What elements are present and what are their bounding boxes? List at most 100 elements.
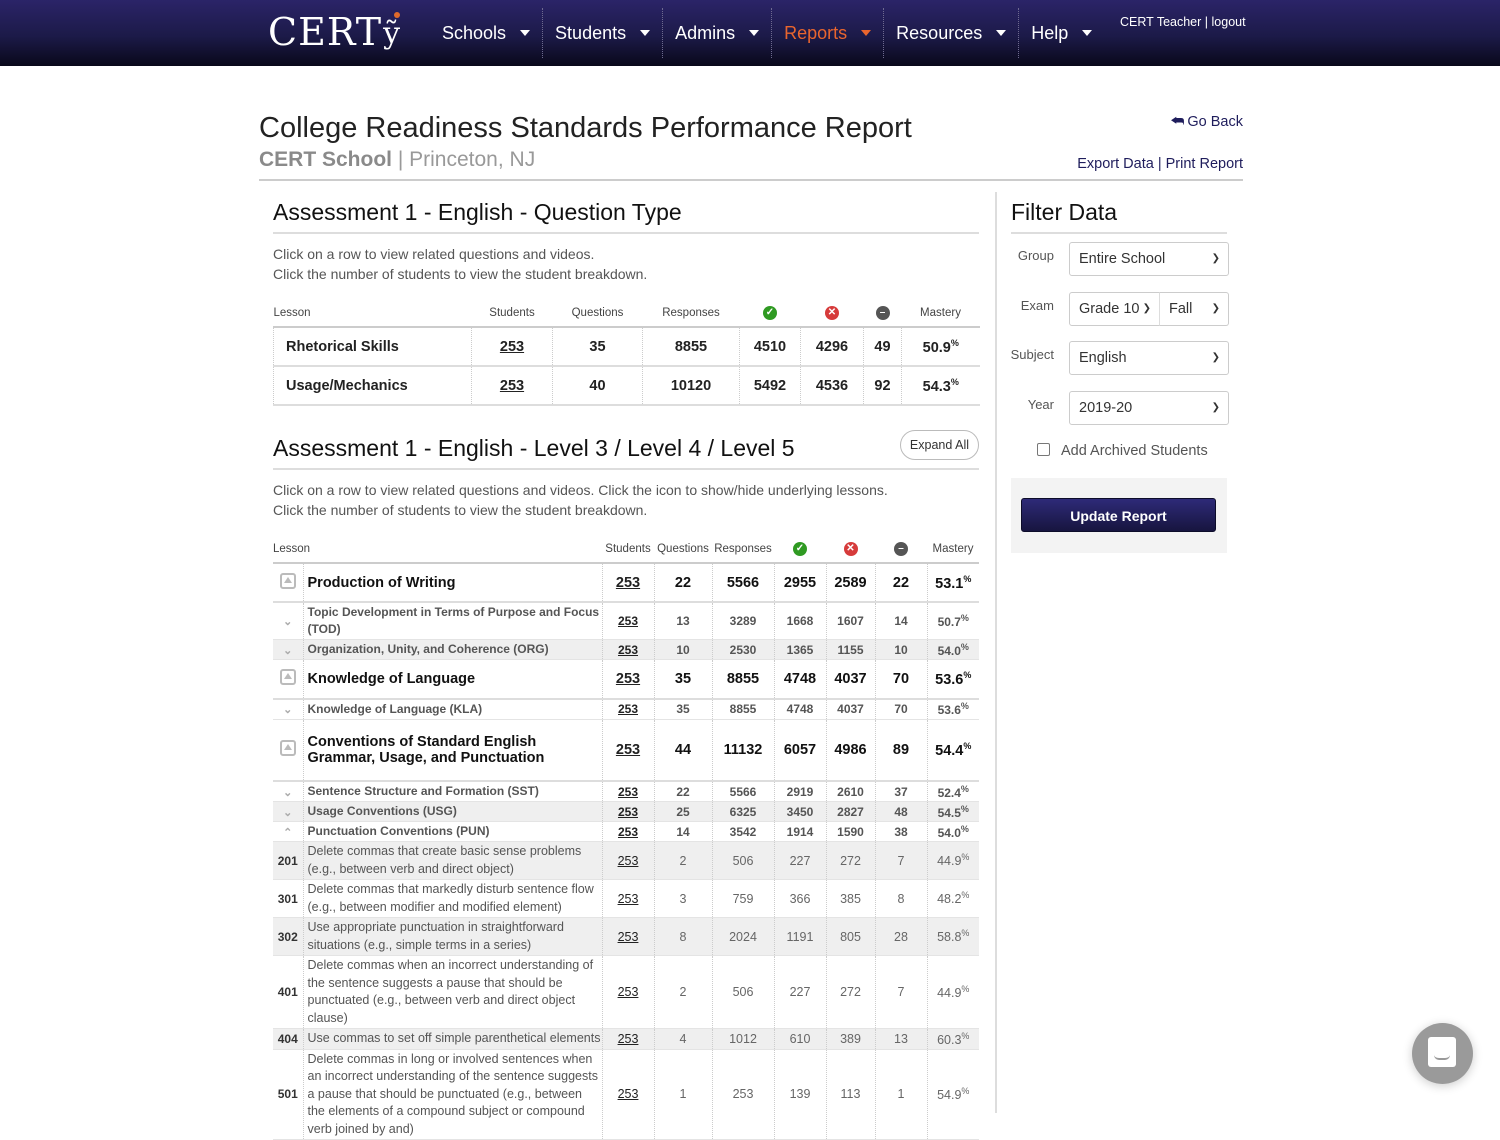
cert-logo[interactable]: CERTỹ <box>268 10 401 54</box>
nav-label: Reports <box>784 22 848 43</box>
go-back-link[interactable]: ⮪ Go Back <box>1170 113 1243 130</box>
chevron-down-icon[interactable]: ⌄ <box>283 645 292 657</box>
expand-all-button[interactable]: Expand All <box>899 430 979 460</box>
nav-item-resources[interactable]: Resources <box>884 8 1020 58</box>
toggle-cell <box>273 719 303 782</box>
chevron-down-icon[interactable]: ⌄ <box>283 787 292 799</box>
students-link[interactable]: 253 <box>618 785 638 799</box>
students-link[interactable]: 253 <box>618 702 638 716</box>
nav-item-help[interactable]: Help <box>1019 8 1104 58</box>
percent-sign: % <box>960 641 969 652</box>
subject-label: Subject <box>1010 347 1054 362</box>
students-link[interactable]: 253 <box>616 575 640 591</box>
incorrect-cell: 385 <box>825 879 875 918</box>
correct-cell: 4748 <box>773 698 826 720</box>
table-row[interactable]: Production of Writing 253 22 5566 2955 2589 22… <box>273 563 979 603</box>
exam-season-select[interactable]: Fall ❯ <box>1159 292 1229 326</box>
students-link[interactable]: 253 <box>618 1032 639 1046</box>
collapse-toggle-icon[interactable] <box>279 739 296 756</box>
group-select[interactable]: Entire School ❯ <box>1069 242 1229 276</box>
table-row[interactable]: Conventions of Standard English Grammar,… <box>273 719 979 782</box>
caret-down-icon <box>1082 30 1093 36</box>
table-row[interactable]: 401 Delete commas when an incorrect under… <box>273 955 979 1029</box>
caret-down-icon <box>749 30 760 36</box>
table-row[interactable]: 302 Use appropriate punctuation in straig… <box>273 917 979 956</box>
col-mastery: Mastery <box>927 542 979 564</box>
students-link[interactable]: 253 <box>616 742 640 758</box>
students-link[interactable]: 253 <box>616 671 640 687</box>
mastery-value: 54.4 <box>935 742 964 759</box>
standard-code: 401 <box>277 985 298 999</box>
students-link[interactable]: 253 <box>618 825 638 839</box>
students-link[interactable]: 253 <box>618 985 639 999</box>
mastery-value: 53.1 <box>935 575 964 592</box>
subject-select[interactable]: English ❯ <box>1069 341 1229 375</box>
chevron-down-icon[interactable]: ⌄ <box>283 807 292 819</box>
table-row[interactable]: Knowledge of Language 253 35 8855 4748 4037 70… <box>273 659 979 700</box>
students-link[interactable]: 253 <box>618 854 639 868</box>
print-report-link[interactable]: Print Report <box>1166 156 1243 172</box>
students-link[interactable]: 253 <box>618 892 639 906</box>
correct-cell: 227 <box>773 955 826 1029</box>
nav-item-students[interactable]: Students <box>543 8 664 58</box>
omitted-cell: 22 <box>874 563 927 603</box>
incorrect-cell: 389 <box>825 1028 875 1050</box>
user-name[interactable]: CERT Teacher <box>1120 15 1201 29</box>
nav-item-schools[interactable]: Schools <box>430 8 544 58</box>
table-row[interactable]: ⌄ Topic Development in Terms of Purpose a… <box>273 602 979 640</box>
toggle-cell <box>273 563 303 603</box>
table-row[interactable]: 501 Delete commas in long or involved sen… <box>273 1049 979 1140</box>
toggle-cell: 404 <box>273 1028 303 1050</box>
update-report-button[interactable]: Update Report <box>1021 498 1216 532</box>
mastery-value: 50.9 <box>922 339 951 356</box>
logout-link[interactable]: logout <box>1212 15 1246 29</box>
year-select[interactable]: 2019-20 ❯ <box>1069 391 1229 425</box>
archived-checkbox[interactable] <box>1037 443 1050 456</box>
students-link[interactable]: 253 <box>618 643 638 657</box>
col-mastery: Mastery <box>901 306 980 328</box>
table-row[interactable]: ⌄ Sentence Structure and Formation (SST) 2… <box>273 781 979 802</box>
x-circle-icon: ✕ <box>843 542 858 556</box>
table-row[interactable]: Usage/Mechanics 253 40 10120 5492 4536 92 54.3% <box>273 366 980 406</box>
table-row[interactable]: 301 Delete commas that markedly disturb s… <box>273 879 979 918</box>
questions-cell: 10 <box>653 639 712 660</box>
chevron-up-icon[interactable]: ⌃ <box>283 827 292 839</box>
archived-students-option[interactable]: Add Archived Students <box>1037 443 1208 459</box>
export-data-link[interactable]: Export Data <box>1077 156 1154 172</box>
students-link[interactable]: 253 <box>618 930 639 944</box>
correct-cell: 610 <box>773 1028 826 1050</box>
nav-item-admins[interactable]: Admins <box>663 8 773 58</box>
collapse-toggle-icon[interactable] <box>279 668 296 685</box>
exam-grade-select[interactable]: Grade 10 ❯ <box>1069 292 1160 326</box>
students-cell: 253 <box>601 659 654 700</box>
chevron-down-icon[interactable]: ⌄ <box>283 704 292 716</box>
standard-code: 301 <box>277 891 298 906</box>
nav-item-reports[interactable]: Reports <box>772 8 885 58</box>
incorrect-cell: 4986 <box>825 719 875 782</box>
table-row[interactable]: 404 Use commas to set off simple parenthe… <box>273 1028 979 1050</box>
table-row[interactable]: Rhetorical Skills 253 35 8855 4510 4296 49 50.9… <box>273 327 980 367</box>
students-cell: 253 <box>601 602 654 640</box>
omitted-cell: 89 <box>874 719 927 782</box>
omitted-cell: 14 <box>874 602 927 640</box>
table-row[interactable]: ⌄ Usage Conventions (USG) 253 25 6325 3450 282… <box>273 801 979 822</box>
students-link[interactable]: 253 <box>618 1087 639 1101</box>
chat-launcher-button[interactable] <box>1412 1023 1473 1084</box>
students-link[interactable]: 253 <box>618 614 638 628</box>
students-link[interactable]: 253 <box>500 378 524 394</box>
main-content: Assessment 1 - English - Question Type C… <box>273 190 980 1140</box>
questions-cell: 8 <box>653 917 712 956</box>
questions-cell: 14 <box>653 821 712 842</box>
chevron-down-icon[interactable]: ⌄ <box>283 616 292 628</box>
table-row[interactable]: ⌄ Knowledge of Language (KLA) 253 35 8855 474… <box>273 698 979 720</box>
students-link[interactable]: 253 <box>500 339 524 355</box>
col-students: Students <box>471 306 553 328</box>
students-link[interactable]: 253 <box>618 805 638 819</box>
responses-cell: 11132 <box>711 719 774 782</box>
question-type-table: Lesson Students Questions Responses ✓ ✕ … <box>273 306 980 406</box>
table-row[interactable]: 201 Delete commas that create basic sense… <box>273 841 979 880</box>
table-row[interactable]: ⌃ Punctuation Conventions (PUN) 253 14 3542 1… <box>273 821 979 842</box>
collapse-toggle-icon[interactable] <box>279 572 296 589</box>
table-row[interactable]: ⌄ Organization, Unity, and Coherence (ORG… <box>273 639 979 660</box>
check-circle-icon: ✓ <box>763 306 777 320</box>
